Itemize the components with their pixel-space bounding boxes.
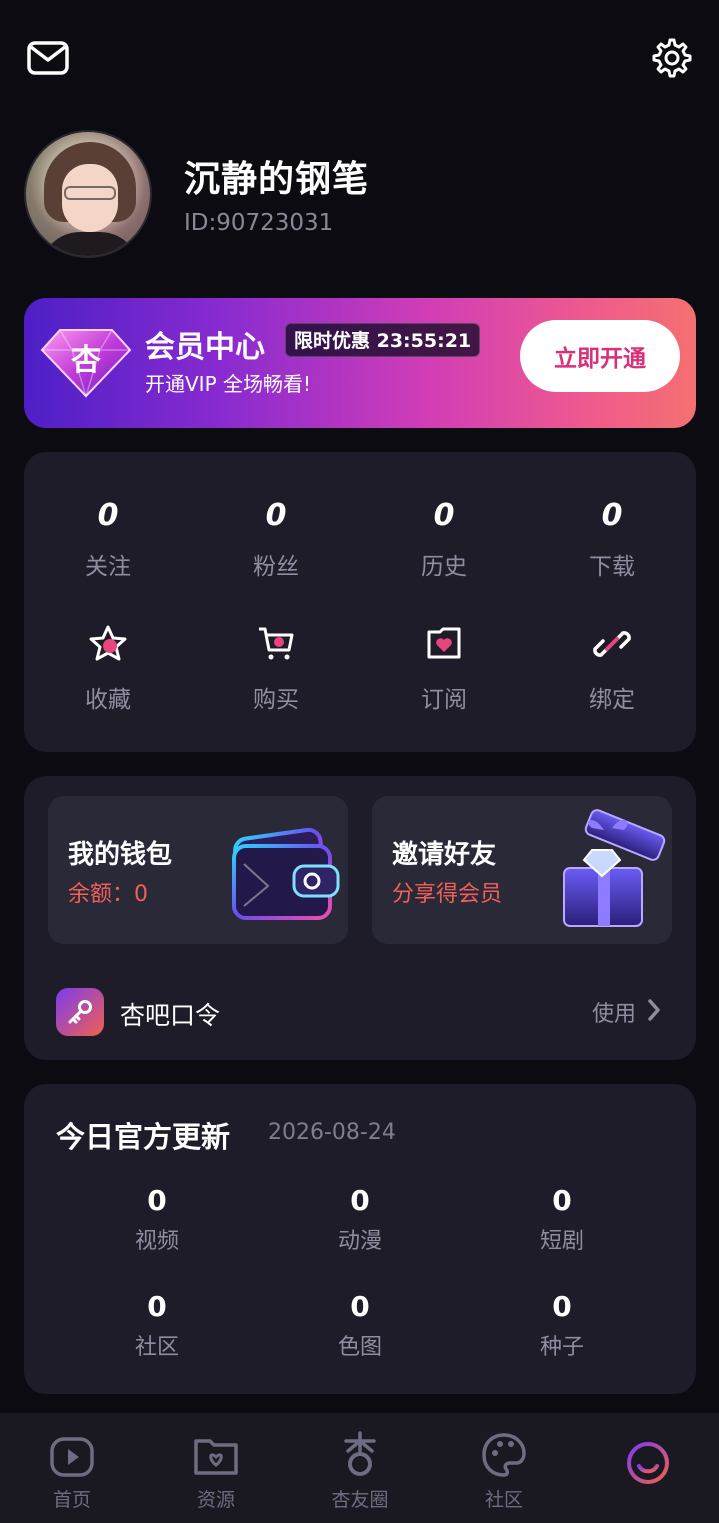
avatar[interactable] <box>24 130 152 258</box>
update-short-drama[interactable]: 0 短剧 <box>492 1184 632 1255</box>
apricot-circle-icon <box>344 1431 376 1476</box>
mail-icon <box>27 41 69 75</box>
update-pictures[interactable]: 0 色图 <box>290 1290 430 1361</box>
updates-date: 2026-08-24 <box>268 1120 396 1145</box>
invite-subtitle: 分享得会员 <box>392 882 503 907</box>
wallet-card[interactable]: 我的钱包 余额：0 <box>48 796 348 944</box>
vip-title: 会员中心 <box>145 330 265 365</box>
subscribe-heart-icon <box>427 627 461 659</box>
resource-folder-icon <box>194 1439 238 1475</box>
vip-banner[interactable]: 杏 会员中心 限时优惠 23:55:21 开通VIP 全场畅看! 立即开通 <box>24 298 696 428</box>
key-icon <box>56 988 104 1036</box>
nav-friends-circle[interactable]: 杏友圈 <box>310 1431 410 1512</box>
passcode-label: 杏吧口令 <box>120 1001 221 1030</box>
vip-subtitle: 开通VIP 全场畅看! <box>145 372 312 396</box>
wallet-balance: 余额：0 <box>68 882 148 907</box>
stats-card: 0 关注 0 粉丝 0 历史 0 下载 收藏 购买 订阅 绑定 <box>24 452 696 752</box>
profile-smile-icon <box>627 1442 669 1484</box>
daily-updates-card: 今日官方更新 2026-08-24 0 视频 0 动漫 0 短剧 0 社区 0 … <box>24 1084 696 1394</box>
tool-purchases[interactable]: 购买 <box>216 624 336 714</box>
gear-icon <box>652 38 692 78</box>
stat-history[interactable]: 0 历史 <box>384 498 504 581</box>
nav-community[interactable]: 社区 <box>454 1431 554 1512</box>
diamond-icon: 杏 <box>40 329 132 398</box>
update-torrents[interactable]: 0 种子 <box>492 1290 632 1361</box>
nav-home[interactable]: 首页 <box>22 1431 122 1512</box>
stat-download[interactable]: 0 下载 <box>552 498 672 581</box>
tool-subscriptions[interactable]: 订阅 <box>384 624 504 714</box>
bottom-nav: 首页 资源 杏友圈 社区 <box>0 1413 719 1523</box>
cart-icon <box>259 627 294 660</box>
wallet-invite-card: 我的钱包 余额：0 邀请好友 分享得会员 杏吧口令 使用 <box>24 776 696 1060</box>
star-icon <box>89 625 127 661</box>
user-id: ID:90723031 <box>184 210 334 236</box>
nav-profile[interactable] <box>598 1439 698 1491</box>
use-passcode-button[interactable]: 使用 <box>592 996 636 1028</box>
svg-text:杏: 杏 <box>71 343 101 378</box>
gift-box-icon <box>563 809 666 927</box>
tool-bind[interactable]: 绑定 <box>552 624 672 714</box>
nav-resources[interactable]: 资源 <box>166 1431 266 1512</box>
update-anime[interactable]: 0 动漫 <box>290 1184 430 1255</box>
palette-icon <box>482 1433 526 1477</box>
invite-card[interactable]: 邀请好友 分享得会员 <box>372 796 672 944</box>
promo-countdown-badge: 限时优惠 23:55:21 <box>285 323 481 357</box>
wallet-title: 我的钱包 <box>68 840 173 870</box>
play-home-icon <box>50 1437 94 1477</box>
updates-title: 今日官方更新 <box>56 1120 231 1154</box>
update-community[interactable]: 0 社区 <box>87 1290 227 1361</box>
update-videos[interactable]: 0 视频 <box>87 1184 227 1255</box>
open-vip-button[interactable]: 立即开通 <box>520 320 680 392</box>
stat-fans[interactable]: 0 粉丝 <box>216 498 336 581</box>
wallet-icon <box>232 827 340 920</box>
username: 沉静的钢笔 <box>184 159 370 200</box>
link-icon <box>593 631 631 657</box>
tool-favorites[interactable]: 收藏 <box>48 624 168 714</box>
chevron-right-icon <box>648 999 660 1021</box>
passcode-row[interactable]: 杏吧口令 使用 <box>24 964 696 1060</box>
settings-button[interactable] <box>650 36 694 80</box>
stat-follow[interactable]: 0 关注 <box>48 498 168 581</box>
invite-title: 邀请好友 <box>392 840 497 870</box>
mail-button[interactable] <box>26 36 70 80</box>
